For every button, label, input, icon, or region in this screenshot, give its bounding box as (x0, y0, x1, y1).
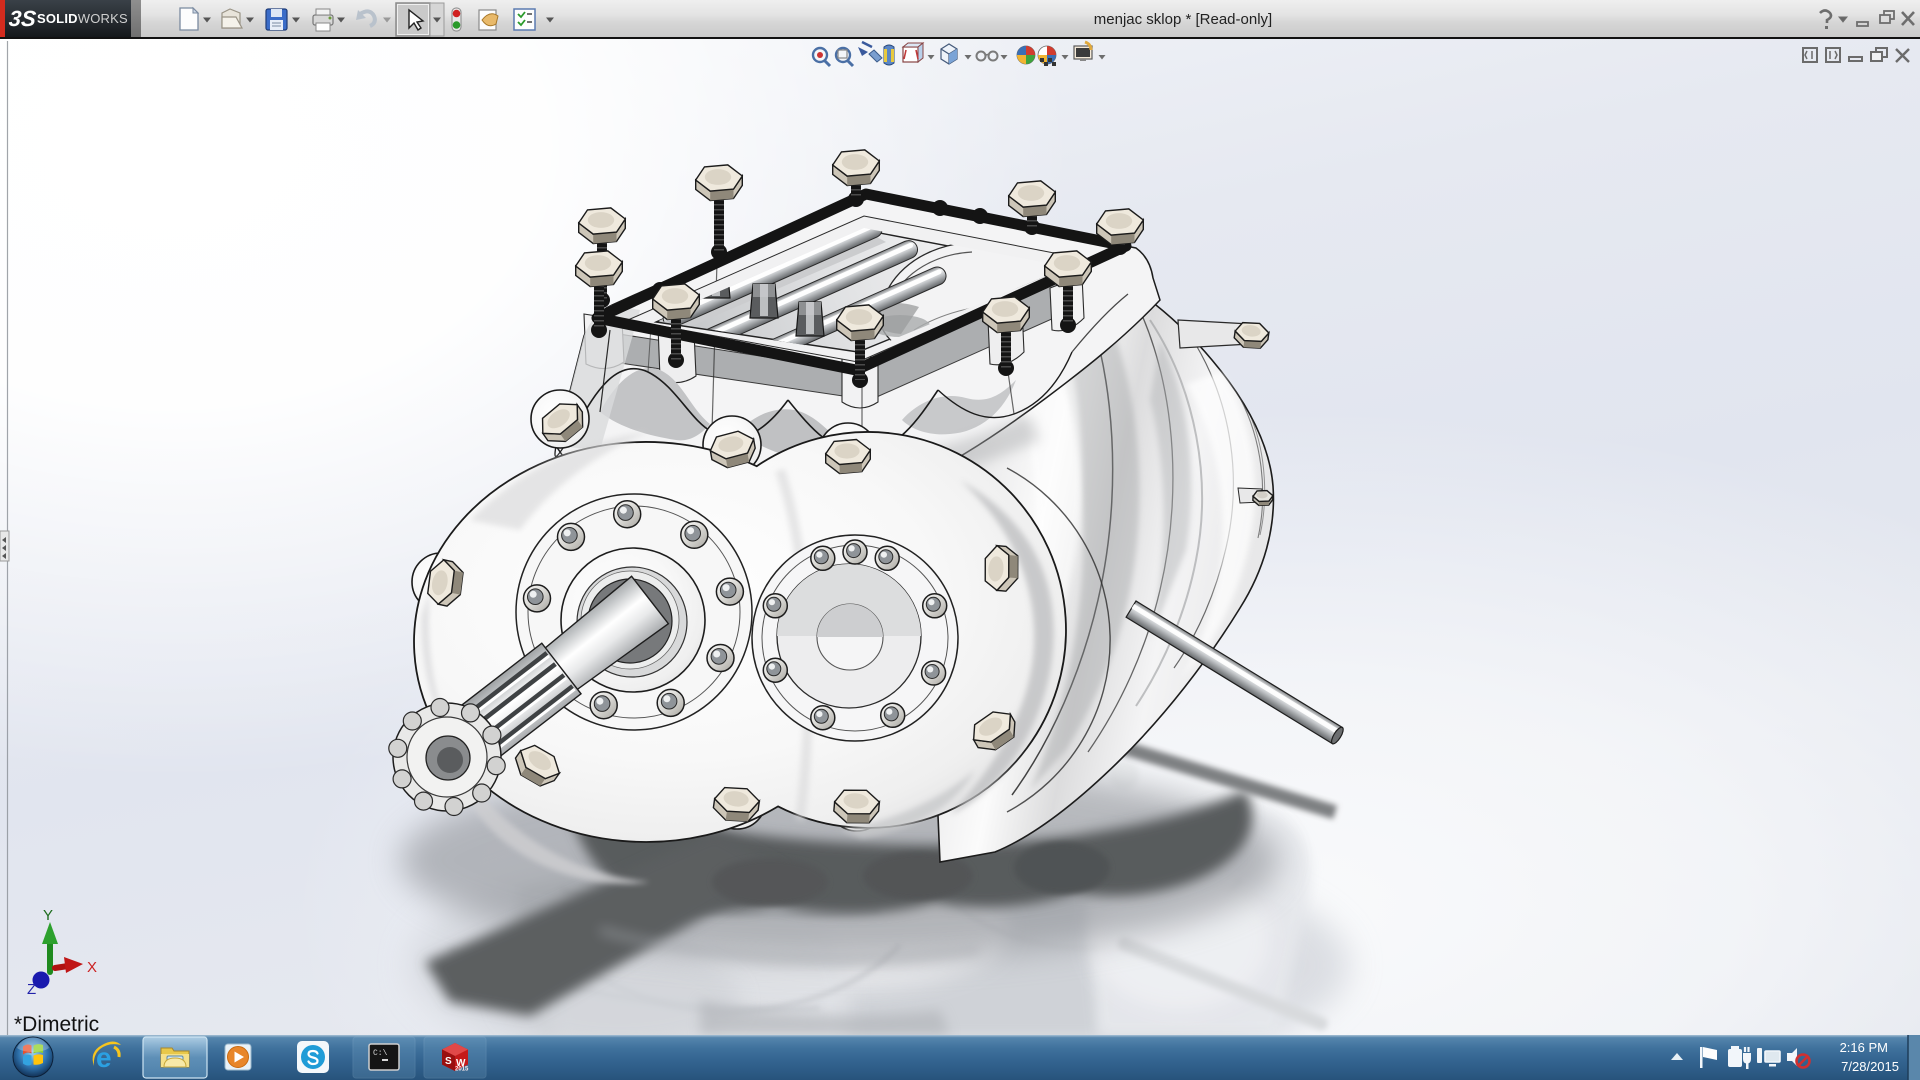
svg-text:2:16 PM: 2:16 PM (1840, 1040, 1888, 1055)
svg-text:e: e (96, 1042, 112, 1073)
svg-text:C:\: C:\ (373, 1049, 388, 1058)
svg-text:S: S (445, 1056, 452, 1067)
svg-text:*Dimetric: *Dimetric (14, 1013, 99, 1036)
svg-text:Z: Z (27, 981, 36, 998)
svg-text:X: X (87, 959, 97, 976)
svg-text:Y: Y (43, 907, 53, 924)
svg-text:2015: 2015 (455, 1067, 469, 1073)
svg-text:7/28/2015: 7/28/2015 (1841, 1059, 1899, 1074)
